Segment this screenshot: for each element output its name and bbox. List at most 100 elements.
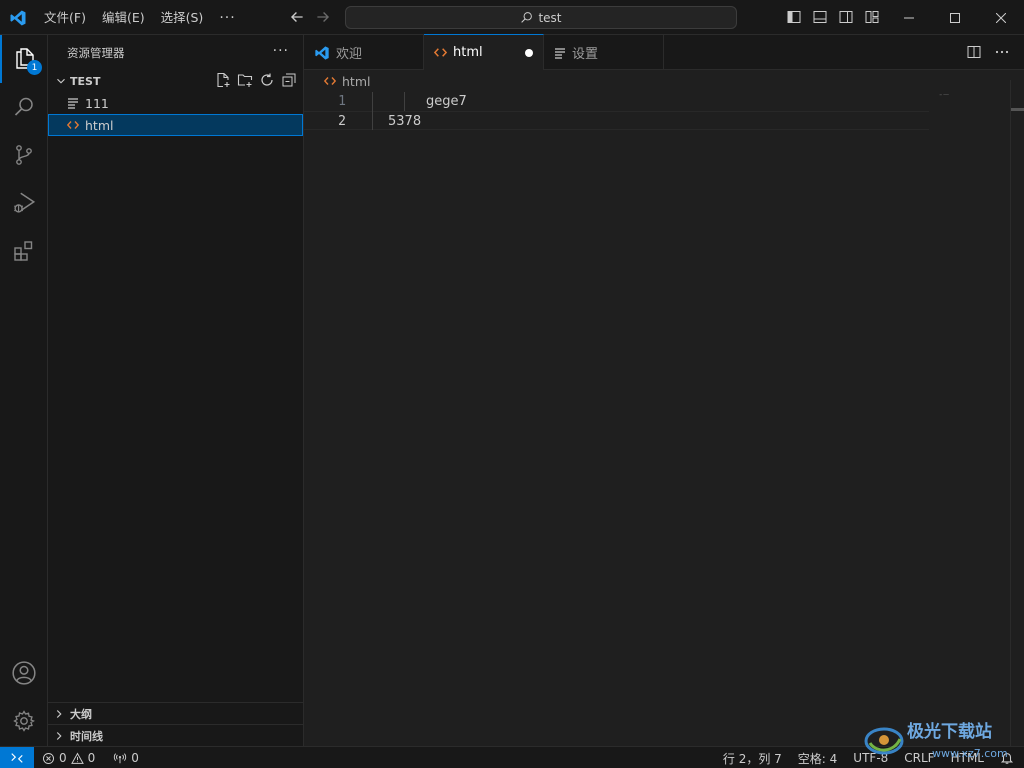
layout-controls [786, 9, 880, 25]
vscode-logo-icon [315, 45, 329, 60]
scrollbar-thumb[interactable] [1011, 108, 1024, 111]
text-file-icon [68, 98, 78, 109]
run-debug-icon [14, 192, 36, 213]
cursor-position[interactable]: 行 2，列 7 [723, 750, 782, 767]
forward-arrow-icon[interactable] [314, 8, 332, 26]
line-number: 1 [338, 94, 346, 109]
editor-tabs: 欢迎 html 设置 [304, 34, 1024, 70]
menu-selection[interactable]: 选择(S) [153, 0, 212, 35]
status-problems[interactable]: 0 0 0 [42, 747, 139, 768]
command-center-text: test [538, 10, 562, 25]
minimap[interactable]: -‒ [938, 90, 949, 100]
file-name: 111 [85, 95, 109, 111]
menu-more-icon[interactable]: ··· [211, 10, 243, 26]
menu-file[interactable]: 文件(F) [36, 0, 94, 35]
indent-guide [372, 92, 373, 130]
window-controls [886, 0, 1024, 35]
account-icon [12, 661, 36, 685]
code-icon [324, 77, 336, 85]
code-icon [434, 48, 447, 57]
search-icon [14, 97, 33, 116]
tab-welcome[interactable]: 欢迎 [304, 35, 424, 70]
search-icon [521, 12, 533, 23]
minimize-icon [904, 17, 914, 18]
toggle-primary-sidebar-icon[interactable] [786, 9, 802, 25]
panel-timeline-label: 时间线 [70, 729, 103, 743]
settings-file-icon [555, 47, 565, 59]
unsaved-dot-icon[interactable] [525, 49, 533, 57]
tab-label: html [453, 45, 483, 60]
warning-count: 0 [87, 751, 96, 765]
sidebar-more-icon[interactable]: ··· [273, 43, 289, 59]
activity-extensions[interactable] [0, 227, 48, 275]
line-number: 2 [338, 114, 346, 129]
ports-antenna-icon [114, 753, 127, 764]
extensions-icon [14, 241, 33, 261]
split-editor-icon[interactable] [966, 44, 982, 60]
title-bar: 文件(F) 编辑(E) 选择(S) ··· test [0, 0, 1024, 35]
breadcrumb: html [324, 72, 370, 90]
activity-manage[interactable] [0, 697, 48, 745]
warning-icon [70, 751, 84, 764]
close-button[interactable] [978, 0, 1024, 35]
chevron-right-icon [56, 731, 62, 740]
code-editor[interactable]: 1 gege7 2 5378 -‒ [304, 80, 1024, 746]
watermark-url: www.xz7.com [932, 747, 1008, 760]
ports-count: 0 [131, 751, 139, 765]
error-count: 0 [59, 751, 67, 765]
indentation[interactable]: 空格: 4 [798, 750, 838, 767]
file-item-html[interactable]: html [48, 114, 303, 136]
explorer-badge: 1 [27, 60, 42, 75]
toggle-secondary-sidebar-icon[interactable] [838, 9, 854, 25]
vscode-logo-icon [10, 10, 26, 26]
watermark-logo: 极光下载站 www.xz7.com [862, 715, 1022, 765]
toggle-panel-icon[interactable] [812, 9, 828, 25]
activity-explorer[interactable]: 1 [0, 35, 48, 83]
panel-outline-label: 大纲 [70, 707, 92, 721]
file-name: html [85, 117, 114, 133]
activity-source-control[interactable] [0, 131, 48, 179]
tab-settings[interactable]: 设置 [544, 35, 664, 70]
editor-actions [966, 44, 1010, 60]
command-center-search[interactable]: test [345, 6, 737, 29]
file-item-111[interactable]: 111 [48, 92, 303, 114]
back-arrow-icon[interactable] [288, 8, 306, 26]
panel-timeline[interactable]: 时间线 [48, 724, 303, 746]
editor-line-current: 2 5378 [304, 111, 929, 130]
collapse-all-icon[interactable] [281, 72, 297, 88]
activity-accounts[interactable] [0, 649, 48, 697]
explorer-sidebar: 资源管理器 ··· TEST 111 html 大纲 时间线 [48, 35, 304, 746]
sidebar-title: 资源管理器 [67, 45, 125, 60]
remote-icon [11, 753, 23, 763]
minimize-button[interactable] [886, 0, 932, 35]
menu-bar: 文件(F) 编辑(E) 选择(S) ··· [36, 0, 244, 35]
tab-label: 设置 [572, 47, 599, 62]
editor-line: 1 gege7 [304, 92, 929, 111]
new-folder-icon[interactable] [237, 72, 253, 88]
navigation-arrows [288, 8, 332, 26]
maximize-button[interactable] [932, 0, 978, 35]
activity-search[interactable] [0, 83, 48, 131]
vertical-scrollbar[interactable] [1010, 80, 1024, 746]
more-actions-icon[interactable] [994, 44, 1010, 60]
indent-guide [404, 92, 405, 111]
gear-icon [13, 710, 35, 732]
breadcrumb-file[interactable]: html [342, 74, 370, 89]
new-file-icon[interactable] [215, 72, 231, 88]
remote-button[interactable] [0, 747, 34, 768]
activity-run-debug[interactable] [0, 179, 48, 227]
folder-test[interactable]: TEST [48, 70, 303, 92]
maximize-icon [950, 12, 960, 23]
refresh-icon[interactable] [259, 72, 275, 88]
error-icon [42, 752, 55, 764]
sidebar-header: 资源管理器 ··· [48, 35, 303, 70]
panel-outline[interactable]: 大纲 [48, 702, 303, 724]
close-icon [996, 12, 1006, 23]
watermark-swirl-icon: 极光下载站 www.xz7.com [864, 721, 1008, 760]
menu-edit[interactable]: 编辑(E) [94, 0, 153, 35]
watermark-text: 极光下载站 [907, 721, 992, 742]
code-icon [67, 121, 79, 129]
source-control-icon [16, 145, 32, 165]
tab-html[interactable]: html [424, 34, 544, 70]
customize-layout-icon[interactable] [864, 9, 880, 25]
